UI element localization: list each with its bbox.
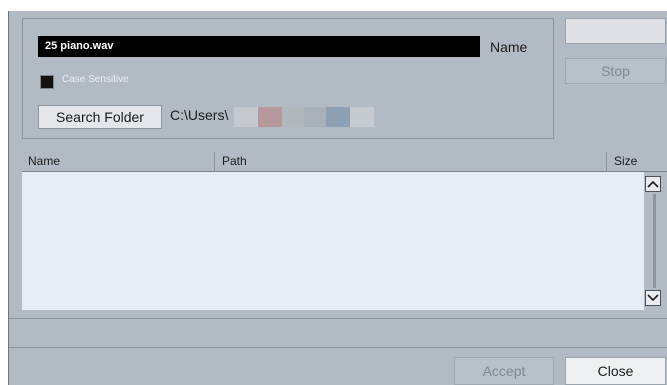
name-label: Name — [490, 39, 528, 55]
results-scrollbar[interactable] — [644, 172, 667, 310]
redacted-path-segment — [282, 107, 304, 127]
column-header-path[interactable]: Path — [222, 154, 247, 168]
search-dialog: Name Case Sensitive Search Folder C:\Use… — [0, 0, 667, 385]
results-body[interactable] — [22, 172, 644, 310]
accept-button[interactable]: Accept — [454, 357, 554, 385]
column-header-size[interactable]: Size — [614, 154, 637, 168]
search-folder-button[interactable]: Search Folder — [38, 105, 162, 129]
results-list: Name Path Size — [22, 152, 667, 310]
scroll-track[interactable] — [653, 194, 656, 288]
chevron-down-icon[interactable] — [645, 290, 661, 306]
footer-divider — [9, 347, 667, 348]
case-sensitive-label: Case Sensitive — [62, 74, 129, 85]
search-start-button[interactable] — [565, 18, 666, 44]
column-header-name[interactable]: Name — [28, 154, 60, 168]
folder-path: C:\Users\ — [170, 107, 229, 123]
column-separator[interactable] — [214, 152, 215, 172]
column-separator[interactable] — [606, 152, 607, 172]
close-button[interactable]: Close — [565, 357, 666, 385]
redacted-path-segment — [304, 107, 326, 127]
window-edge-line — [8, 11, 9, 385]
case-sensitive-checkbox[interactable] — [40, 75, 54, 89]
redacted-path-segment — [258, 107, 282, 127]
redacted-path-segment — [234, 107, 258, 127]
chevron-up-icon[interactable] — [645, 176, 661, 192]
status-divider — [9, 318, 667, 319]
stop-button[interactable]: Stop — [565, 58, 666, 84]
name-search-input[interactable] — [38, 36, 480, 57]
redacted-path-segment — [350, 107, 374, 127]
redacted-path-segment — [326, 107, 350, 127]
results-header: Name Path Size — [22, 152, 667, 172]
